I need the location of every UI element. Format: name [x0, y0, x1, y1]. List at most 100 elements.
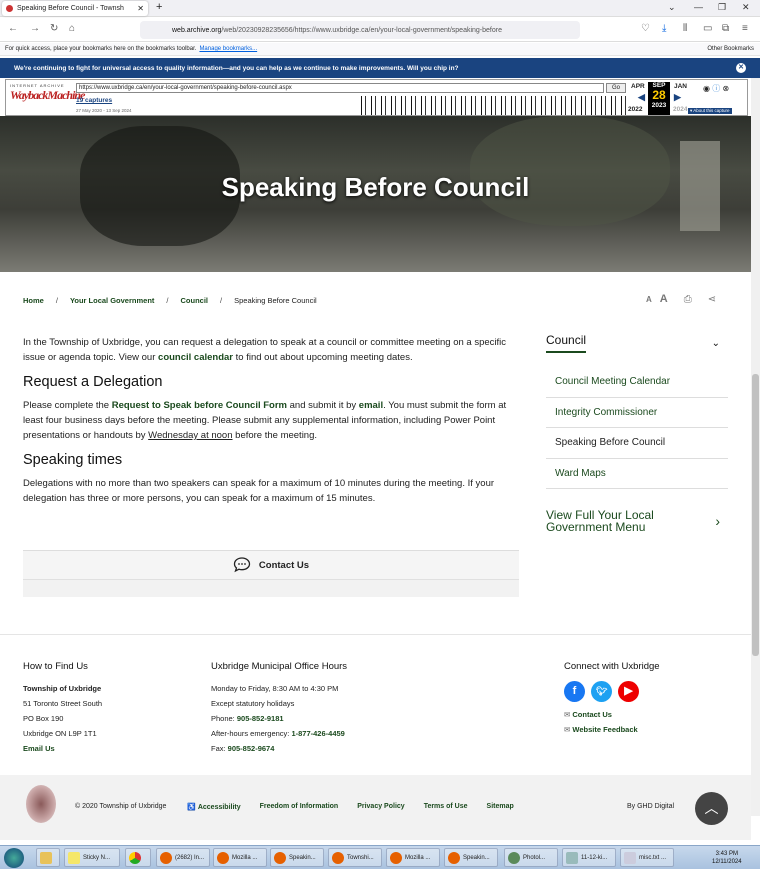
extensions-icon[interactable]: ⧉ [722, 23, 729, 34]
captures-link[interactable]: 19 captures [76, 97, 112, 104]
facebook-icon[interactable]: f [564, 681, 585, 702]
taskbar-item[interactable]: Sticky N... [64, 848, 120, 867]
user-icon[interactable]: ◉ [703, 84, 710, 93]
email-link[interactable]: email [359, 400, 383, 411]
sidebar-header[interactable]: Council ⌄ [546, 330, 728, 356]
decrease-text-icon[interactable]: A [646, 295, 652, 304]
capture-sparkline[interactable] [356, 96, 628, 115]
taskbar-label: Speakin... [463, 854, 490, 861]
footer-connect: Connect with Uxbridge f 🐦︎ ▶ ✉ Contact U… [564, 659, 660, 737]
taskbar-item[interactable]: Mozilla ... [213, 848, 267, 867]
youtube-icon[interactable]: ▶ [618, 681, 639, 702]
tab-list-icon[interactable]: ⌄ [668, 2, 676, 13]
township-logo[interactable] [26, 785, 56, 823]
credit[interactable]: By GHD Digital [627, 803, 674, 810]
month-prev[interactable]: APR [631, 83, 645, 90]
browser-tab[interactable]: Speaking Before Council - Townsh ✕ [2, 1, 148, 16]
contact-us-accordion[interactable]: Contact Us [23, 550, 519, 597]
capture-range: 27 May 2020 - 13 Sep 2024 [76, 108, 132, 113]
wayback-logo-main: WaybackMachine [10, 88, 85, 102]
explorer-taskbar-icon[interactable] [36, 848, 60, 867]
sidebar-item-council-meeting-calendar[interactable]: Council Meeting Calendar [546, 367, 728, 398]
terms-link[interactable]: Terms of Use [424, 803, 468, 811]
year-next[interactable]: 2024 [673, 106, 687, 113]
wayback-donation-banner[interactable]: We're continuing to fight for universal … [0, 58, 760, 78]
maximize-icon[interactable]: ❐ [718, 2, 726, 13]
page-scrollbar[interactable] [751, 78, 760, 816]
taskbar-label: (2682) In... [175, 854, 205, 861]
print-icon[interactable]: ⎙ [684, 294, 692, 305]
month-next[interactable]: JAN [674, 83, 687, 90]
taskbar-item[interactable]: Speakin... [270, 848, 324, 867]
back-to-top-button[interactable]: ︿ [695, 792, 728, 825]
wayback-logo[interactable]: INTERNET ARCHIVE WaybackMachine [10, 83, 85, 111]
close-window-icon[interactable]: ✕ [742, 2, 750, 13]
minimize-icon[interactable]: — [694, 2, 703, 12]
sidebar-icon[interactable]: ▭ [703, 23, 712, 34]
breadcrumb-council[interactable]: Council [181, 296, 209, 305]
sitemap-link[interactable]: Sitemap [487, 803, 514, 811]
library-icon[interactable]: ⫴ [683, 23, 687, 34]
manage-bookmarks-link[interactable]: Manage bookmarks... [199, 46, 257, 52]
address-bar[interactable]: web.archive.org/web/20230928235656/https… [140, 21, 580, 39]
taskbar-item[interactable]: Speakin... [444, 848, 498, 867]
sidebar-item-ward-maps[interactable]: Ward Maps [546, 459, 728, 489]
download-icon[interactable]: ⤓ [662, 23, 666, 34]
request-text-end: before the meeting. [232, 430, 318, 441]
breadcrumb-home[interactable]: Home [23, 296, 44, 305]
scrollbar-thumb[interactable] [752, 374, 759, 656]
help-icon[interactable]: ⓘ [712, 84, 720, 93]
sidebar-item-integrity-commissioner[interactable]: Integrity Commissioner [546, 398, 728, 428]
next-capture-icon[interactable]: ▶ [674, 92, 681, 103]
other-bookmarks[interactable]: Other Bookmarks [707, 46, 754, 52]
share-icon[interactable]: ⋖ [708, 294, 716, 305]
wayback-go-button[interactable]: Go [606, 83, 626, 93]
phone-link[interactable]: 905-852-9181 [237, 714, 284, 723]
home-icon[interactable]: ⌂ [69, 23, 75, 34]
forward-icon[interactable]: → [30, 23, 40, 34]
taskbar-item[interactable]: misc.txt ... [620, 848, 674, 867]
chrome-taskbar-icon[interactable] [125, 848, 151, 867]
increase-text-icon[interactable]: A [660, 293, 668, 305]
favicon-icon [6, 5, 13, 12]
after-hours-link[interactable]: 1-877-426-4459 [291, 729, 344, 738]
foi-link[interactable]: Freedom of Information [260, 803, 339, 811]
footer-email-link[interactable]: Email Us [23, 744, 55, 753]
banner-close-icon[interactable]: ✕ [736, 63, 746, 73]
url-domain: web.archive.org [172, 26, 222, 34]
close-tab-icon[interactable]: ✕ [137, 4, 144, 13]
start-button[interactable] [4, 848, 24, 868]
breadcrumb: Home / Your Local Government / Council /… [23, 296, 317, 305]
chevron-down-icon[interactable]: ⌄ [712, 338, 720, 349]
year-prev[interactable]: 2022 [628, 106, 642, 113]
close-toolbar-icon[interactable]: ⊗ [722, 84, 729, 93]
request-form-link[interactable]: Request to Speak before Council Form [112, 400, 287, 411]
sidebar-item-speaking-before-council[interactable]: Speaking Before Council [546, 428, 728, 459]
council-calendar-link[interactable]: council calendar [158, 352, 233, 363]
taskbar-item[interactable]: 11-12-ki... [562, 848, 616, 867]
twitter-icon[interactable]: 🐦︎ [591, 681, 612, 702]
pocket-icon[interactable]: ♡ [641, 23, 650, 34]
view-full-menu-link[interactable]: View Full Your Local Government Menu › [546, 509, 728, 533]
sidebar-title: Council [546, 333, 587, 353]
reload-icon[interactable]: ↻ [50, 23, 58, 34]
wayback-tools: ◉ ⓘ ⊗ [703, 83, 729, 94]
breadcrumb-local-government[interactable]: Your Local Government [70, 296, 154, 305]
taskbar-item[interactable]: Townshi... [328, 848, 382, 867]
taskbar-item[interactable]: Mozilla ... [386, 848, 440, 867]
footer-contact-link[interactable]: Contact Us [572, 710, 612, 719]
prev-capture-icon[interactable]: ◀ [638, 92, 645, 103]
fax-link[interactable]: 905-852-9674 [228, 744, 275, 753]
accessibility-link[interactable]: ♿ Accessibility [187, 803, 240, 811]
taskbar-item[interactable]: Photol... [504, 848, 558, 867]
about-capture-button[interactable]: ▾ About this capture [688, 108, 732, 114]
website-feedback-link[interactable]: Website Feedback [572, 725, 637, 734]
privacy-link[interactable]: Privacy Policy [357, 803, 404, 811]
system-clock[interactable]: 3:43 PM 12/11/2024 [712, 850, 742, 866]
taskbar-item[interactable]: (2682) In... [156, 848, 210, 867]
new-tab-icon[interactable]: + [156, 1, 162, 13]
menu-icon[interactable]: ≡ [742, 23, 748, 34]
wayback-url-input[interactable]: https://www.uxbridge.ca/en/your-local-go… [76, 83, 604, 93]
back-icon[interactable]: ← [8, 23, 18, 34]
taskbar-label: Mozilla ... [232, 854, 258, 861]
